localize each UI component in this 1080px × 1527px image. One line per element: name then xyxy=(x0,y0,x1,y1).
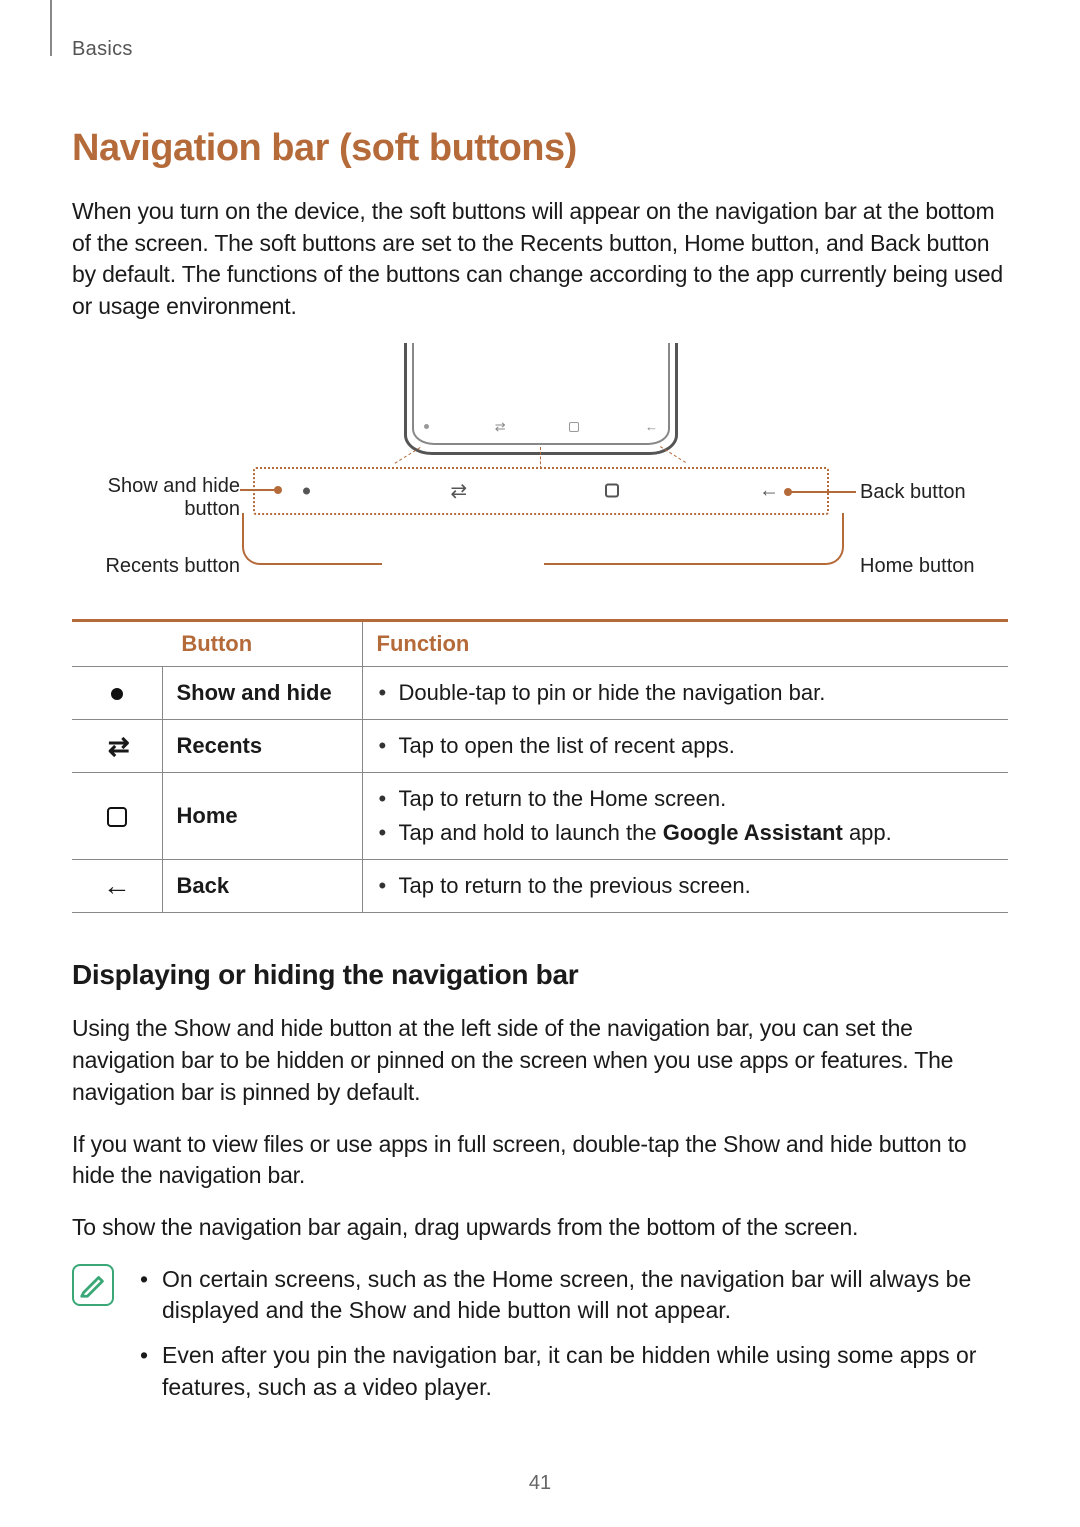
dot-icon xyxy=(111,688,123,700)
home-icon xyxy=(605,484,619,498)
crop-mark xyxy=(50,0,52,56)
note-item: On certain screens, such as the Home scr… xyxy=(136,1264,1008,1327)
function-item: Double-tap to pin or hide the navigation… xyxy=(377,676,995,710)
function-table: Button Function Show and hide Double-tap … xyxy=(72,619,1008,913)
row-function: Tap to return to the Home screen.Tap and… xyxy=(362,773,1008,860)
home-icon xyxy=(107,807,127,827)
dot-icon xyxy=(424,424,429,429)
row-name: Home xyxy=(162,773,362,860)
function-item: Tap to open the list of recent apps. xyxy=(377,729,995,763)
recents-icon: ⇄ xyxy=(450,478,464,503)
table-row: ← Back Tap to return to the previous scree… xyxy=(72,860,1008,913)
body-paragraph: Using the Show and hide button at the le… xyxy=(72,1013,1008,1108)
row-icon-cell xyxy=(72,666,162,719)
th-function: Function xyxy=(362,620,1008,666)
callout-recents: Recents button xyxy=(70,555,240,578)
body-paragraph: To show the navigation bar again, drag u… xyxy=(72,1212,1008,1244)
row-name: Show and hide xyxy=(162,666,362,719)
page-title: Navigation bar (soft buttons) xyxy=(72,127,1008,170)
note-block: On certain screens, such as the Home scr… xyxy=(72,1264,1008,1417)
row-icon-cell: ⇄ xyxy=(72,720,162,773)
subheading: Displaying or hiding the navigation bar xyxy=(72,959,1008,991)
row-name: Recents xyxy=(162,720,362,773)
function-item: Tap to return to the Home screen. xyxy=(377,782,995,816)
table-row: Show and hide Double-tap to pin or hide t… xyxy=(72,666,1008,719)
recents-icon: ⇄ xyxy=(108,731,126,762)
recents-icon: ⇄ xyxy=(495,419,504,435)
row-icon-cell: ← xyxy=(72,860,162,913)
note-icon xyxy=(72,1264,114,1306)
row-name: Back xyxy=(162,860,362,913)
row-function: Tap to open the list of recent apps. xyxy=(362,720,1008,773)
back-icon: ← xyxy=(645,419,658,434)
page-number: 41 xyxy=(0,1472,1080,1495)
note-item: Even after you pin the navigation bar, i… xyxy=(136,1340,1008,1403)
row-icon-cell xyxy=(72,773,162,860)
intro-paragraph: When you turn on the device, the soft bu… xyxy=(72,196,1008,323)
home-icon xyxy=(569,422,579,432)
table-row: HomeTap to return to the Home screen.Tap… xyxy=(72,773,1008,860)
dot-icon xyxy=(303,487,310,494)
callout-home: Home button xyxy=(860,555,1040,578)
callout-back: Back button xyxy=(860,481,1020,504)
function-item: Tap and hold to launch the Google Assist… xyxy=(377,816,995,850)
zoom-frame: ⇄ ← xyxy=(253,467,829,515)
navbar-diagram: ⇄ ← ⇄ ← Show and hide button Recents but… xyxy=(220,343,860,591)
function-item: Tap to return to the previous screen. xyxy=(377,869,995,903)
table-row: ⇄ Recents Tap to open the list of recent a… xyxy=(72,720,1008,773)
breadcrumb: Basics xyxy=(72,38,1008,61)
phone-outline: ⇄ ← xyxy=(400,343,682,455)
back-icon: ← xyxy=(759,479,779,502)
row-function: Double-tap to pin or hide the navigation… xyxy=(362,666,1008,719)
back-icon: ← xyxy=(103,870,131,902)
callout-show-hide: Show and hide button xyxy=(70,475,240,521)
body-paragraph: If you want to view files or use apps in… xyxy=(72,1129,1008,1192)
th-button: Button xyxy=(72,620,362,666)
row-function: Tap to return to the previous screen. xyxy=(362,860,1008,913)
